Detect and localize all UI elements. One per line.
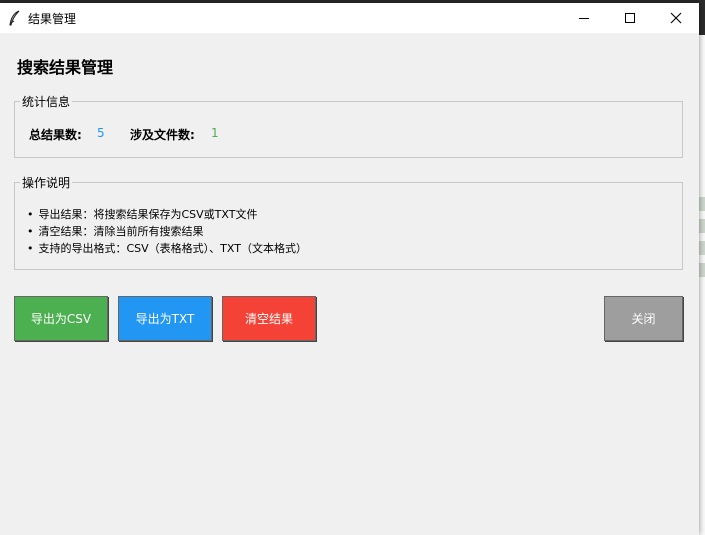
clear-results-button[interactable]: 清空结果 <box>222 296 316 341</box>
export-txt-button[interactable]: 导出为TXT <box>118 296 212 341</box>
maximize-button[interactable] <box>607 3 653 33</box>
list-item: 支持的导出格式：CSV（表格格式）、TXT（文本格式） <box>27 240 307 257</box>
files-involved-label: 涉及文件数: <box>130 128 195 142</box>
close-button[interactable]: 关闭 <box>604 296 683 341</box>
list-item: 清空结果：清除当前所有搜索结果 <box>27 223 307 240</box>
result-management-window: 结果管理 搜索结果管理 统计信息 总结果数: 5 涉及文件数: 1 操作说明 导… <box>0 3 699 535</box>
total-results-value: 5 <box>97 126 105 140</box>
statistics-group: 统计信息 总结果数: 5 涉及文件数: 1 <box>14 93 683 158</box>
instructions-group: 操作说明 导出结果：将搜索结果保存为CSV或TXT文件 清空结果：清除当前所有搜… <box>14 174 683 270</box>
minimize-button[interactable] <box>561 3 607 33</box>
feather-icon <box>9 10 20 26</box>
minimize-icon <box>579 18 589 19</box>
page-title: 搜索结果管理 <box>17 58 114 77</box>
close-icon <box>670 12 682 24</box>
files-involved-value: 1 <box>211 126 219 140</box>
background-window-edge <box>699 35 705 535</box>
instructions-group-title: 操作说明 <box>20 174 73 191</box>
dialog-content: 搜索结果管理 统计信息 总结果数: 5 涉及文件数: 1 操作说明 导出结果：将… <box>0 33 699 535</box>
window-title: 结果管理 <box>28 12 77 26</box>
title-bar[interactable]: 结果管理 <box>0 3 699 33</box>
close-window-button[interactable] <box>653 3 699 33</box>
list-item: 导出结果：将搜索结果保存为CSV或TXT文件 <box>27 206 307 223</box>
maximize-icon <box>625 13 635 23</box>
export-csv-button[interactable]: 导出为CSV <box>14 296 108 341</box>
statistics-group-title: 统计信息 <box>20 93 73 110</box>
instructions-list: 导出结果：将搜索结果保存为CSV或TXT文件 清空结果：清除当前所有搜索结果 支… <box>27 206 307 257</box>
total-results-label: 总结果数: <box>29 128 82 142</box>
